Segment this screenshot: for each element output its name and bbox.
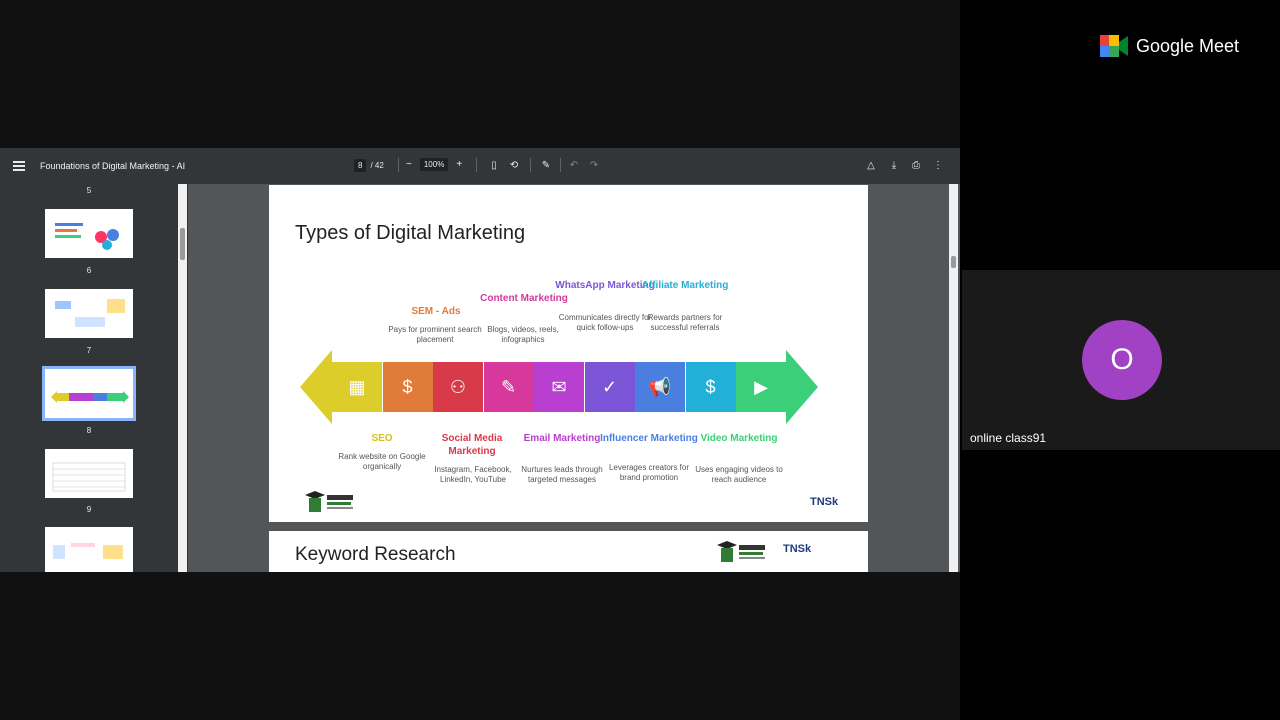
participant-tile[interactable]: O online class91 bbox=[962, 270, 1280, 450]
desc-sem-ads: Pays for prominent search placement bbox=[388, 325, 482, 344]
more-options-icon[interactable]: ⋮ bbox=[931, 159, 945, 173]
marketing-tile-icon: ▶ bbox=[736, 362, 786, 412]
slide-page-8: Types of Digital Marketing ▦ $ ⚇ ✎ ✉ ✓ 📢 $ ▶ SEM… bbox=[269, 185, 868, 522]
menu-icon[interactable] bbox=[13, 161, 25, 171]
graduation-cap-logo bbox=[717, 541, 765, 562]
thumbnail-page-7[interactable] bbox=[45, 289, 133, 338]
marketing-tile-icon: ⚇ bbox=[433, 362, 483, 412]
label-seo: SEO bbox=[371, 433, 393, 444]
desc-seo: Rank website on Google organically bbox=[338, 452, 426, 471]
thumbnail-label: 5 bbox=[86, 186, 92, 195]
meet-window: Foundations of Digital Marketing - AI 8 … bbox=[0, 0, 1280, 720]
label-content-marketing: Content Marketing bbox=[480, 293, 568, 304]
thumbnail-preview bbox=[53, 543, 123, 559]
label-influencer-marketing: Influencer Marketing bbox=[600, 433, 698, 444]
zoom-out-button[interactable]: − bbox=[406, 159, 412, 170]
desc-social-media-marketing: Instagram, Facebook, LinkedIn, YouTube bbox=[434, 465, 512, 484]
undo-icon[interactable]: ↶ bbox=[567, 159, 581, 173]
marketing-tile-icon: $ bbox=[382, 362, 433, 412]
fit-page-icon[interactable]: ▯ bbox=[487, 159, 501, 173]
pdf-toolbar: Foundations of Digital Marketing - AI 8 … bbox=[0, 148, 960, 184]
meet-camera-icon bbox=[1100, 35, 1128, 57]
marketing-tile-icon: 📢 bbox=[635, 362, 685, 412]
zoom-controls: − 100% + bbox=[406, 158, 462, 171]
desc-email-marketing: Nurtures leads through targeted messages bbox=[521, 465, 603, 484]
label-affiliate-marketing: Affiliate Marketing bbox=[641, 280, 729, 291]
label-video-marketing: Video Marketing bbox=[700, 433, 778, 444]
participant-name: online class91 bbox=[970, 431, 1047, 445]
toolbar-divider bbox=[530, 158, 531, 172]
toolbar-divider bbox=[560, 158, 561, 172]
toolbar-divider bbox=[476, 158, 477, 172]
thumbnail-label: 6 bbox=[86, 266, 92, 275]
google-meet-logo: Google Meet bbox=[1100, 35, 1239, 57]
thumbnail-preview bbox=[51, 391, 129, 403]
thumbnail-preview bbox=[55, 223, 119, 250]
desc-affiliate-marketing: Rewards partners for successful referral… bbox=[647, 313, 723, 332]
annotate-icon[interactable]: ✎ bbox=[539, 159, 553, 173]
redo-icon[interactable]: ↷ bbox=[587, 159, 601, 173]
marketing-tile-icon: $ bbox=[685, 362, 736, 412]
print-icon[interactable]: ⎙ bbox=[909, 159, 923, 173]
zoom-level[interactable]: 100% bbox=[419, 158, 449, 171]
page-total: / 42 bbox=[370, 161, 384, 170]
zoom-in-button[interactable]: + bbox=[456, 159, 462, 170]
thumbnail-preview bbox=[52, 462, 126, 492]
marketing-tile-icon: ✎ bbox=[483, 362, 534, 412]
marketing-tile-icon: ▦ bbox=[332, 362, 382, 412]
tnsk-logo: TNSk bbox=[810, 496, 839, 508]
marketing-tile-icon: ✓ bbox=[584, 362, 635, 412]
slide-page-9: Keyword Research TNSk bbox=[269, 531, 868, 572]
label-email-marketing: Email Marketing bbox=[523, 433, 601, 444]
tnsk-logo: TNSk bbox=[783, 543, 812, 555]
thumbnail-page-6[interactable] bbox=[45, 209, 133, 258]
page-number-input[interactable]: 8 bbox=[354, 159, 367, 172]
pdf-viewer: Foundations of Digital Marketing - AI 8 … bbox=[0, 148, 960, 572]
toolbar-divider bbox=[398, 158, 399, 172]
marketing-tile-icon: ✉ bbox=[534, 362, 584, 412]
thumbnail-preview bbox=[55, 299, 125, 327]
page-indicator: 8 / 42 bbox=[354, 159, 384, 172]
thumbnail-label: 7 bbox=[86, 346, 92, 355]
document-scrollbar[interactable] bbox=[949, 184, 958, 572]
rotate-icon[interactable]: ⟲ bbox=[507, 159, 521, 173]
drive-icon[interactable]: △ bbox=[864, 159, 878, 173]
label-social-media-marketing: Social Media Marketing bbox=[441, 433, 503, 457]
thumbnail-label: 9 bbox=[86, 505, 92, 514]
thumbnail-page-10[interactable] bbox=[45, 527, 133, 572]
desc-video-marketing: Uses engaging videos to reach audience bbox=[695, 465, 783, 484]
download-icon[interactable]: ⤓ bbox=[887, 159, 901, 173]
thumbnail-scrollbar[interactable] bbox=[178, 184, 187, 572]
thumbnail-label: 8 bbox=[86, 426, 92, 435]
thumbnail-page-9[interactable] bbox=[45, 449, 133, 498]
desc-influencer-marketing: Leverages creators for brand promotion bbox=[608, 463, 690, 482]
label-sem-ads: SEM - Ads bbox=[411, 306, 461, 317]
thumbnail-sidebar: 5 6 7 8 9 bbox=[0, 184, 188, 572]
avatar: O bbox=[1082, 320, 1162, 400]
document-title: Foundations of Digital Marketing - AI bbox=[40, 161, 186, 171]
thumbnail-page-8[interactable] bbox=[42, 366, 136, 421]
brand-name: Google Meet bbox=[1136, 35, 1240, 56]
graduation-cap-logo bbox=[305, 491, 353, 512]
screen-share-area: Foundations of Digital Marketing - AI 8 … bbox=[0, 0, 960, 720]
slide-title: Keyword Research bbox=[295, 544, 456, 565]
